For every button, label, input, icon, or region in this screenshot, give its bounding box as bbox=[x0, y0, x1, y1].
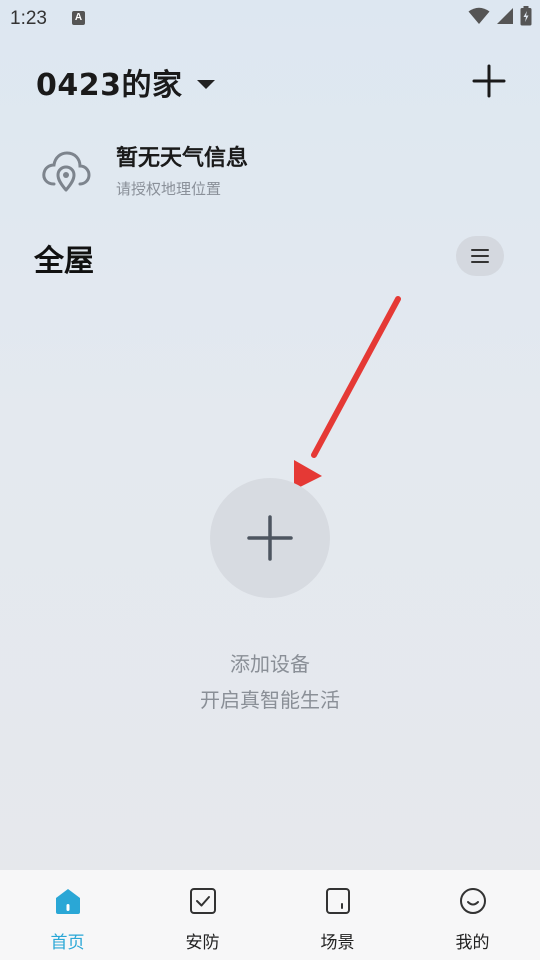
add-device-button[interactable] bbox=[210, 478, 330, 598]
add-device-label: 添加设备 bbox=[230, 652, 310, 676]
add-device-subtitle: 开启真智能生活 bbox=[200, 688, 340, 712]
weather-text: 暂无天气信息 请授权地理位置 bbox=[116, 140, 248, 199]
weather-title: 暂无天气信息 bbox=[116, 146, 249, 171]
plus-icon bbox=[472, 64, 506, 98]
menu-icon bbox=[471, 249, 489, 263]
home-icon bbox=[55, 889, 80, 914]
home-selector[interactable]: 0423的家 bbox=[36, 60, 215, 104]
weather-panel[interactable]: 暂无天气信息 请授权地理位置 bbox=[40, 140, 248, 199]
weather-subtitle: 请授权地理位置 bbox=[116, 180, 222, 198]
room-menu-button[interactable] bbox=[456, 236, 504, 276]
add-button[interactable] bbox=[472, 64, 506, 98]
status-time: 1:23 bbox=[10, 8, 47, 29]
nav-item-scene[interactable]: 场景 bbox=[270, 870, 405, 960]
caret-down-icon bbox=[196, 79, 215, 89]
nav-label-scene: 场景 bbox=[320, 933, 355, 953]
scene-icon bbox=[325, 888, 350, 914]
nav-item-security[interactable]: 安防 bbox=[135, 870, 270, 960]
cloud-location-icon bbox=[42, 150, 91, 191]
notification-a-icon: A bbox=[72, 11, 85, 25]
bottom-nav: 首页 安防 场景 我的 bbox=[0, 870, 540, 960]
nav-item-home[interactable]: 首页 bbox=[0, 870, 135, 960]
nav-label-security: 安防 bbox=[185, 933, 220, 953]
status-right-icons bbox=[468, 6, 532, 26]
plus-icon bbox=[247, 515, 293, 561]
battery-icon bbox=[520, 6, 532, 26]
nav-label-home: 首页 bbox=[50, 933, 85, 953]
profile-smile-icon bbox=[459, 888, 486, 914]
home-name: 0423的家 bbox=[36, 68, 183, 103]
cellular-signal-icon bbox=[497, 8, 513, 24]
section-title: 全屋 bbox=[34, 244, 94, 279]
status-bar: 1:23 A bbox=[0, 0, 540, 36]
nav-item-profile[interactable]: 我的 bbox=[405, 870, 540, 960]
security-check-icon bbox=[189, 888, 216, 914]
wifi-icon bbox=[468, 7, 490, 24]
nav-label-profile: 我的 bbox=[455, 933, 490, 953]
